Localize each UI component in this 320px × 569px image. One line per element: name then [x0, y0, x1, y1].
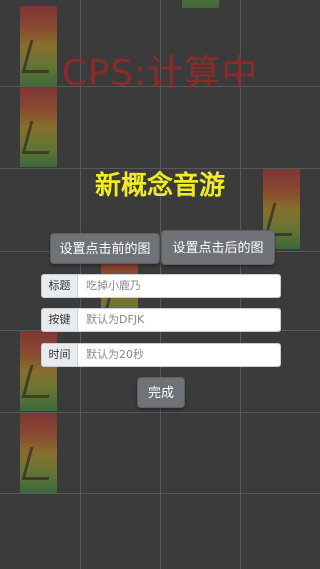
done-button[interactable]: 完成 [137, 377, 185, 408]
keys-field: 按键 默认为DFJK [41, 308, 281, 332]
keys-input[interactable]: 默认为DFJK [77, 308, 281, 332]
time-field: 时间 默认为20秒 [41, 343, 281, 367]
set-after-image-button[interactable]: 设置点击后的图 [161, 230, 275, 265]
game-title: 新概念音游 [94, 171, 225, 201]
time-label: 时间 [41, 343, 77, 367]
note-tile[interactable] [20, 413, 57, 493]
cps-counter: CPS:计算中 [61, 53, 259, 94]
row-divider [0, 493, 320, 494]
title-label: 标题 [41, 274, 77, 298]
keys-label: 按键 [41, 308, 77, 332]
note-tile[interactable] [182, 0, 219, 8]
time-input[interactable]: 默认为20秒 [77, 343, 281, 367]
set-before-image-button[interactable]: 设置点击前的图 [50, 233, 160, 264]
note-tile[interactable] [20, 87, 57, 167]
title-field: 标题 吃掉小鹿乃 [41, 274, 281, 298]
title-input[interactable]: 吃掉小鹿乃 [77, 274, 281, 298]
